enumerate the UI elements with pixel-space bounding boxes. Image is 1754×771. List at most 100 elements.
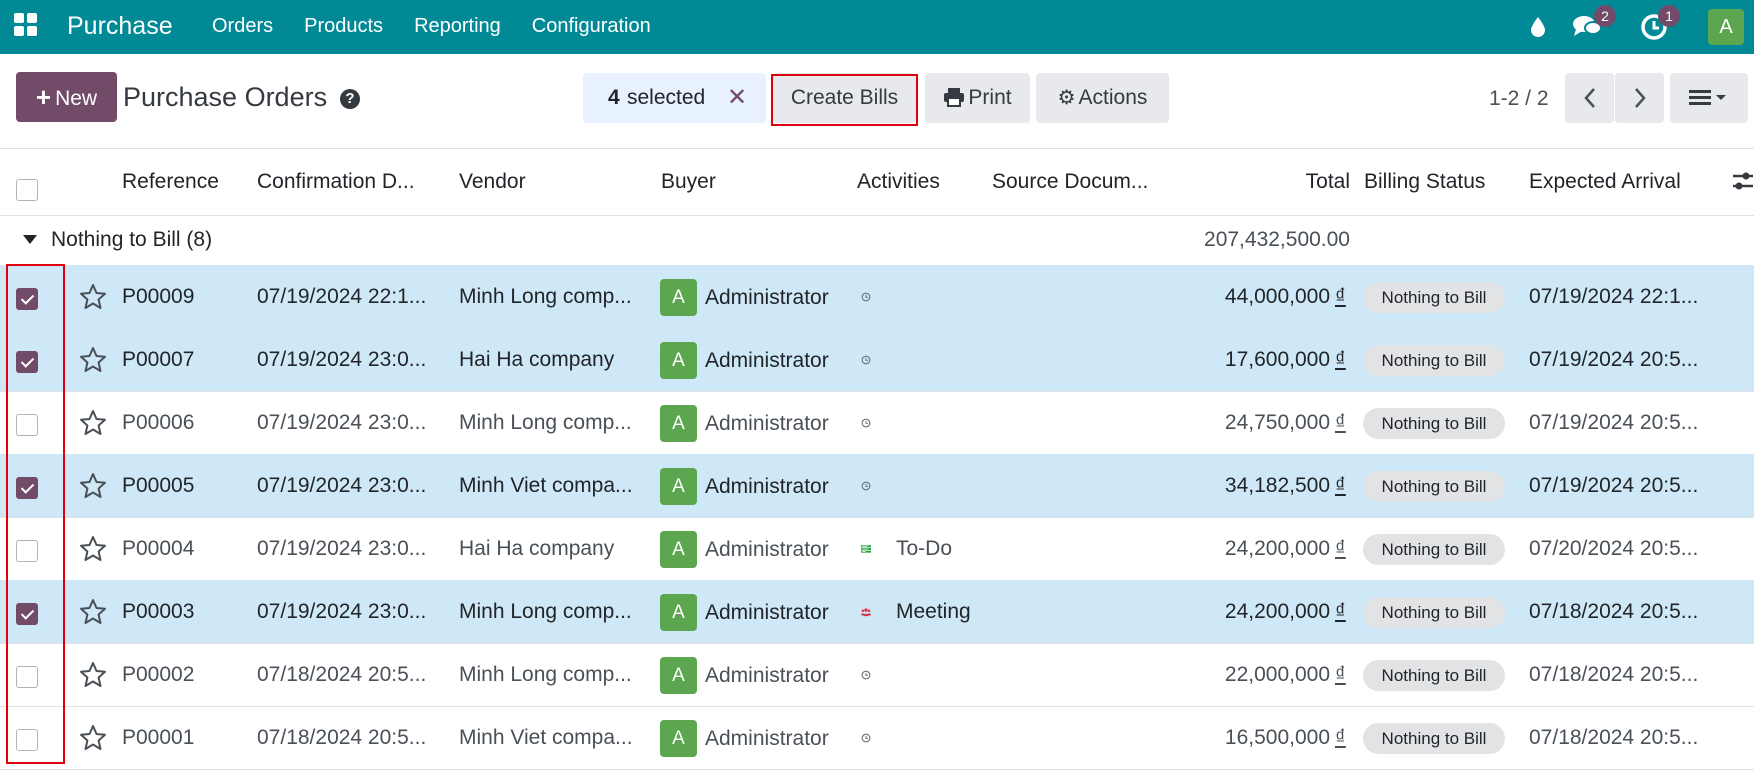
unselect-all-icon[interactable]: ✕ [727,73,747,123]
group-total: 207,432,500.00 [1204,228,1350,251]
new-button[interactable]: + New [16,72,117,122]
row-checkbox[interactable] [16,351,38,373]
app-title[interactable]: Purchase [67,10,173,42]
row-reference: P00001 [122,726,195,749]
row-checkbox[interactable] [16,477,38,499]
row-confirmation-date: 07/18/2024 20:5... [257,663,427,686]
row-activity-label[interactable] [896,265,996,328]
table-row[interactable]: P00003 07/19/2024 23:0... Minh Long comp..… [0,580,1754,644]
table-row[interactable]: P00005 07/19/2024 23:0... Minh Viet compa.… [0,454,1754,518]
apps-menu-icon[interactable] [14,13,40,39]
table-row[interactable]: P00002 07/18/2024 20:5... Minh Long comp..… [0,643,1754,707]
star-icon[interactable] [79,346,107,373]
menu-item-configuration[interactable]: Configuration [532,13,651,39]
buyer-avatar: A [660,531,697,568]
row-activity-label[interactable]: To-Do [896,517,996,580]
debug-icon[interactable] [1524,0,1552,54]
status-badge: Nothing to Bill [1363,723,1505,754]
print-icon [944,88,965,107]
buyer-avatar: A [660,720,697,757]
row-activity-label[interactable] [896,706,996,769]
view-switcher-button[interactable] [1670,73,1748,123]
column-activities[interactable]: Activities [857,149,940,215]
row-checkbox[interactable] [16,603,38,625]
pager-value[interactable]: 1-2 / 2 [1489,84,1549,114]
actions-button[interactable]: ⚙ Actions [1036,73,1169,123]
row-checkbox[interactable] [16,414,38,436]
menu-item-reporting[interactable]: Reporting [414,13,501,39]
star-icon[interactable] [79,472,107,499]
actions-label: Actions [1078,86,1148,109]
column-total[interactable]: Total [1200,149,1350,215]
column-vendor[interactable]: Vendor [459,149,526,215]
new-button-label: New [55,87,98,110]
group-row[interactable]: Nothing to Bill (8) 207,432,500.00 [0,216,1754,266]
pager-next-button[interactable] [1615,73,1664,123]
table-row[interactable]: P00004 07/19/2024 23:0... Hai Ha company A A… [0,517,1754,581]
row-reference: P00002 [122,663,195,686]
print-label: Print [968,86,1012,109]
star-icon[interactable] [79,598,107,625]
row-confirmation-date: 07/19/2024 22:1... [257,285,427,308]
menu-item-products[interactable]: Products [304,13,383,39]
column-buyer[interactable]: Buyer [661,149,716,215]
column-expected-arrival[interactable]: Expected Arrival [1529,149,1681,215]
menu-item-orders[interactable]: Orders [212,13,273,39]
print-button[interactable]: Print [925,73,1030,123]
column-source-document[interactable]: Source Docum... [992,149,1148,215]
clock-icon[interactable] [861,643,871,706]
row-checkbox[interactable] [16,540,38,562]
row-currency: ₫ [1335,474,1346,497]
buyer-avatar: A [660,468,697,505]
optional-columns-toggle[interactable] [1731,149,1754,215]
clock-icon[interactable] [861,328,871,391]
row-confirmation-date: 07/18/2024 20:5... [257,726,427,749]
row-confirmation-date: 07/19/2024 23:0... [257,348,427,371]
status-badge: Nothing to Bill [1363,471,1505,502]
column-confirmation-date[interactable]: Confirmation D... [257,149,415,215]
row-activity-label[interactable]: Meeting [896,580,996,643]
column-reference[interactable]: Reference [122,149,219,215]
row-checkbox[interactable] [16,729,38,751]
top-navbar: Purchase Orders Products Reporting Confi… [0,0,1754,54]
row-vendor: Hai Ha company [459,537,615,560]
row-buyer: Administrator [705,727,829,750]
row-checkbox[interactable] [16,666,38,688]
star-icon[interactable] [79,661,107,688]
row-activity-label[interactable] [896,328,996,391]
row-expected-arrival: 07/19/2024 20:5... [1529,474,1699,497]
meeting-icon[interactable] [861,580,871,643]
row-checkbox[interactable] [16,288,38,310]
table-row[interactable]: P00009 07/19/2024 22:1... Minh Long comp..… [0,265,1754,329]
table-row[interactable]: P00007 07/19/2024 23:0... Hai Ha company A A… [0,328,1754,392]
row-activity-label[interactable] [896,454,996,517]
column-billing-status[interactable]: Billing Status [1364,149,1485,215]
sliders-icon [1733,172,1753,190]
table-row[interactable]: P00001 07/18/2024 20:5... Minh Viet compa.… [0,706,1754,770]
row-total: 24,750,000 [1224,411,1330,434]
row-currency: ₫ [1335,726,1346,749]
row-confirmation-date: 07/19/2024 23:0... [257,474,427,497]
clock-icon[interactable] [861,706,871,769]
star-icon[interactable] [79,535,107,562]
star-icon[interactable] [79,724,107,751]
row-expected-arrival: 07/18/2024 20:5... [1529,663,1699,686]
group-label: Nothing to Bill (8) [51,228,213,251]
user-avatar[interactable]: A [1708,9,1744,45]
row-confirmation-date: 07/19/2024 23:0... [257,537,427,560]
pager-previous-button[interactable] [1565,73,1614,123]
todo-icon[interactable] [861,517,871,580]
clock-icon[interactable] [861,391,871,454]
row-currency: ₫ [1335,663,1346,686]
row-activity-label[interactable] [896,391,996,454]
clock-icon[interactable] [861,454,871,517]
clock-icon[interactable] [861,265,871,328]
star-icon[interactable] [79,409,107,436]
plus-icon: + [35,82,52,112]
row-activity-label[interactable] [896,643,996,706]
select-all-checkbox[interactable] [16,179,38,201]
row-vendor: Minh Long comp... [459,600,632,623]
table-row[interactable]: P00006 07/19/2024 23:0... Minh Long comp..… [0,391,1754,455]
help-question-icon[interactable]: ? [340,89,360,109]
star-icon[interactable] [79,283,107,310]
